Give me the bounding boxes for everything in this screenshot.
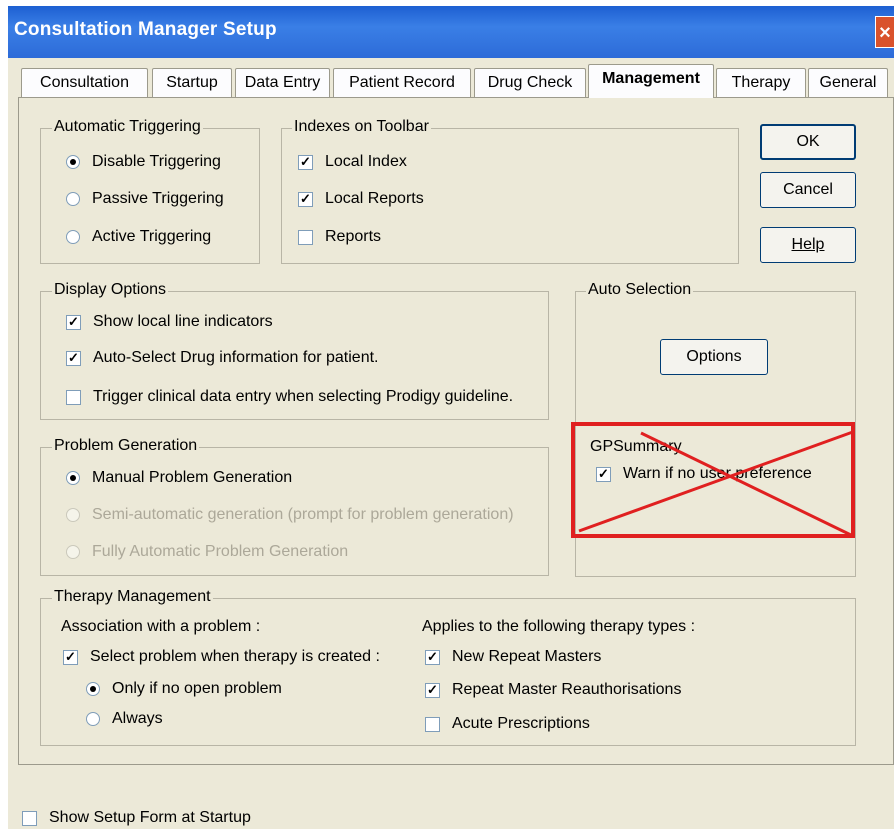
tab-consultation[interactable]: Consultation [21, 68, 148, 97]
checkbox-icon[interactable] [298, 229, 313, 245]
radio-label: Active Triggering [92, 228, 212, 245]
automatic-triggering-label: Automatic Triggering [52, 118, 203, 136]
red-cross-annotation [571, 422, 855, 538]
checkbox-repeat-master-reauthorisations[interactable]: ✓ Repeat Master Reauthorisations [425, 681, 681, 699]
checkbox-show-local-line-indicators[interactable]: ✓ Show local line indicators [66, 313, 273, 331]
help-button-label: Help [791, 236, 825, 253]
radio-label: Manual Problem Generation [92, 469, 293, 486]
radio-semi-automatic-generation[interactable]: Semi-automatic generation (prompt for pr… [66, 506, 514, 524]
checkbox-reports[interactable]: Reports [298, 228, 381, 246]
radio-label: Fully Automatic Problem Generation [92, 543, 349, 560]
checkbox-acute-prescriptions[interactable]: Acute Prescriptions [425, 715, 590, 733]
radio-label: Disable Triggering [92, 153, 221, 170]
radio-active-triggering[interactable]: Active Triggering [66, 228, 211, 246]
tab-label: Management [602, 70, 700, 87]
checkbox-label: Show Setup Form at Startup [49, 809, 251, 826]
tab-general[interactable]: General [808, 68, 888, 97]
therapy-management-label: Therapy Management [52, 588, 213, 606]
checkbox-checked-icon[interactable]: ✓ [425, 682, 440, 698]
tab-therapy[interactable]: Therapy [716, 68, 806, 97]
tab-label: Drug Check [487, 74, 573, 91]
problem-generation-label: Problem Generation [52, 437, 200, 455]
radio-label: Always [112, 710, 163, 727]
applies-heading: Applies to the following therapy types : [422, 618, 696, 635]
checkbox-local-reports[interactable]: ✓ Local Reports [298, 190, 424, 208]
checkbox-select-problem-when-therapy-created[interactable]: ✓ Select problem when therapy is created … [63, 648, 380, 666]
tab-label: Therapy [731, 74, 791, 91]
checkbox-label: New Repeat Masters [452, 648, 602, 665]
tab-management[interactable]: Management [588, 64, 714, 98]
radio-selected-icon[interactable] [66, 155, 80, 169]
checkbox-auto-select-drug-info[interactable]: ✓ Auto-Select Drug information for patien… [66, 349, 378, 367]
display-options-label: Display Options [52, 281, 169, 299]
tab-drug-check[interactable]: Drug Check [474, 68, 586, 97]
checkbox-label: Reports [325, 228, 382, 245]
help-button[interactable]: Help [760, 227, 856, 263]
radio-manual-problem-generation[interactable]: Manual Problem Generation [66, 469, 292, 487]
checkbox-label: Show local line indicators [93, 313, 273, 330]
checkbox-checked-icon[interactable]: ✓ [66, 350, 81, 366]
checkbox-checked-icon[interactable]: ✓ [66, 314, 81, 330]
radio-always[interactable]: Always [86, 710, 163, 728]
tab-patient-record[interactable]: Patient Record [333, 68, 471, 97]
checkbox-checked-icon[interactable]: ✓ [298, 154, 313, 170]
options-button[interactable]: Options [660, 339, 768, 375]
radio-passive-triggering[interactable]: Passive Triggering [66, 190, 224, 208]
radio-label: Passive Triggering [92, 190, 224, 207]
close-button[interactable]: × [875, 16, 894, 48]
radio-icon[interactable] [66, 192, 80, 206]
radio-icon[interactable] [86, 712, 100, 726]
checkbox-show-setup-form[interactable]: Show Setup Form at Startup [22, 809, 251, 827]
checkbox-label: Auto-Select Drug information for patient… [93, 349, 379, 366]
annotation-line [640, 431, 854, 538]
radio-icon[interactable] [66, 230, 80, 244]
radio-fully-automatic-generation[interactable]: Fully Automatic Problem Generation [66, 543, 348, 561]
checkbox-label: Local Reports [325, 190, 424, 207]
checkbox-local-index[interactable]: ✓ Local Index [298, 153, 407, 171]
radio-disable-triggering[interactable]: Disable Triggering [66, 153, 221, 171]
checkbox-label: Repeat Master Reauthorisations [452, 681, 682, 698]
association-heading: Association with a problem : [61, 618, 261, 635]
checkbox-label: Acute Prescriptions [452, 715, 590, 732]
tab-label: Data Entry [244, 74, 321, 91]
cancel-button[interactable]: Cancel [760, 172, 856, 208]
auto-selection-label: Auto Selection [586, 281, 694, 299]
checkbox-icon[interactable] [425, 716, 440, 732]
checkbox-label: Trigger clinical data entry when selecti… [93, 388, 514, 405]
radio-disabled-icon[interactable] [66, 508, 80, 522]
checkbox-icon[interactable] [22, 810, 37, 826]
tab-label: General [819, 74, 877, 91]
ok-button[interactable]: OK [760, 124, 856, 160]
checkbox-new-repeat-masters[interactable]: ✓ New Repeat Masters [425, 648, 601, 666]
checkbox-label: Select problem when therapy is created : [90, 648, 380, 665]
checkbox-label: Local Index [325, 153, 407, 170]
checkbox-checked-icon[interactable]: ✓ [63, 649, 78, 665]
radio-label: Semi-automatic generation (prompt for pr… [92, 506, 514, 523]
radio-disabled-icon[interactable] [66, 545, 80, 559]
radio-only-if-no-open-problem[interactable]: Only if no open problem [86, 680, 282, 698]
tab-label: Consultation [40, 74, 129, 91]
tab-label: Startup [166, 74, 218, 91]
tab-data-entry[interactable]: Data Entry [235, 68, 330, 97]
checkbox-trigger-clinical-data-entry[interactable]: Trigger clinical data entry when selecti… [66, 388, 513, 406]
tab-startup[interactable]: Startup [152, 68, 232, 97]
tab-label: Patient Record [349, 74, 455, 91]
checkbox-checked-icon[interactable]: ✓ [425, 649, 440, 665]
window-title: Consultation Manager Setup [14, 19, 277, 40]
radio-selected-icon[interactable] [66, 471, 80, 485]
indexes-on-toolbar-label: Indexes on Toolbar [292, 118, 431, 136]
checkbox-checked-icon[interactable]: ✓ [298, 191, 313, 207]
radio-label: Only if no open problem [112, 680, 282, 697]
checkbox-icon[interactable] [66, 389, 81, 405]
radio-selected-icon[interactable] [86, 682, 100, 696]
